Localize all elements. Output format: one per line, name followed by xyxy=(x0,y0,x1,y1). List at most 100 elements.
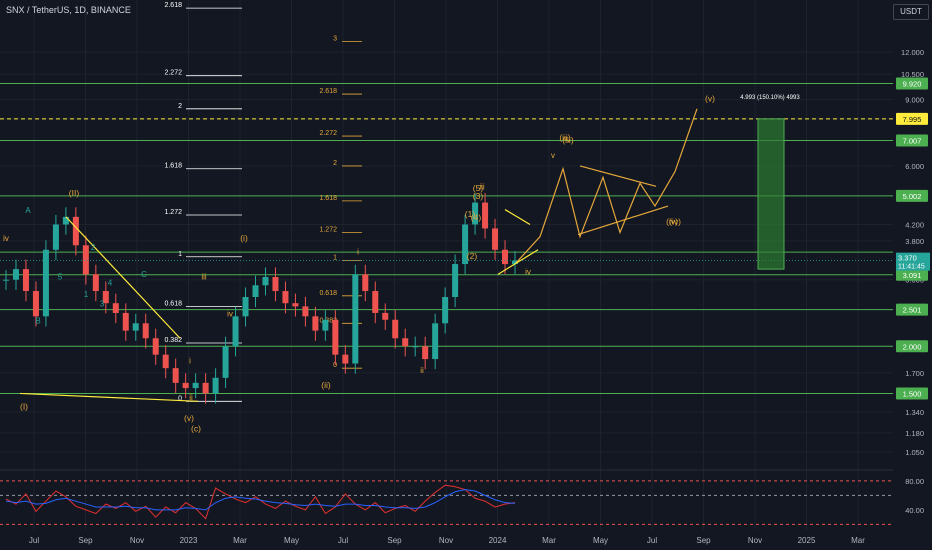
y-tick-label: 9.000 xyxy=(905,95,924,104)
wave-label: i xyxy=(357,247,359,256)
wave-label: (i) xyxy=(240,233,248,243)
wave-label: (iii) xyxy=(562,135,573,145)
fib-label: 1.618 xyxy=(319,195,337,202)
candle xyxy=(3,279,9,281)
candle xyxy=(292,303,299,307)
target-box xyxy=(757,118,785,270)
fib-label: 2 xyxy=(178,103,182,110)
candle xyxy=(372,291,379,313)
candle xyxy=(212,377,219,394)
x-tick-label: May xyxy=(593,536,608,545)
price-badge-label: 1.500 xyxy=(903,389,922,398)
countdown: 11:41:45 xyxy=(898,264,925,271)
candle xyxy=(452,264,459,298)
wave-label: A xyxy=(25,206,31,215)
x-tick-label: Jul xyxy=(29,536,39,545)
price-badge-label: 2.000 xyxy=(903,342,922,351)
rsi-tick-label: 80.00 xyxy=(905,477,924,486)
candle xyxy=(112,303,119,313)
fib-label: 0.618 xyxy=(319,290,337,297)
fib-label: 3 xyxy=(333,36,337,43)
x-tick-label: Mar xyxy=(851,536,865,545)
x-tick-label: 2023 xyxy=(180,536,198,545)
wave-label: 2 xyxy=(91,243,96,252)
candle xyxy=(222,346,229,378)
candle xyxy=(52,224,59,250)
wave-label: (v) xyxy=(705,93,715,103)
wave-label: iv xyxy=(3,234,9,243)
fib-label: 2.618 xyxy=(164,2,182,9)
wave-label: 1 xyxy=(84,290,89,299)
fib-label: 2.272 xyxy=(319,130,337,137)
candle xyxy=(62,216,69,225)
x-tick-label: Sep xyxy=(387,536,402,545)
candle xyxy=(22,269,29,292)
fib-label: 2 xyxy=(333,160,337,167)
wave-label: (2) xyxy=(467,251,478,261)
wave-label: ii xyxy=(420,366,424,375)
candle xyxy=(392,319,399,339)
y-tick-label: 12.000 xyxy=(901,48,924,57)
candle xyxy=(72,216,79,246)
candle xyxy=(182,382,189,389)
wave-label: ii xyxy=(189,393,193,402)
candle xyxy=(422,346,429,360)
y-tick-label: 1.700 xyxy=(905,369,924,378)
price-badge-label: 2.501 xyxy=(903,306,922,315)
fib-label: 1.272 xyxy=(164,209,182,216)
wave-label: (I) xyxy=(20,402,28,412)
candle xyxy=(332,319,339,355)
x-tick-label: May xyxy=(284,536,299,545)
currency-badge[interactable]: USDT xyxy=(893,4,929,20)
candle xyxy=(242,297,249,317)
x-tick-label: Jul xyxy=(647,536,657,545)
wave-label: (II) xyxy=(69,188,80,198)
candle xyxy=(32,291,39,317)
target-label: 4.993 (150.10%) 4993 xyxy=(740,95,800,101)
wave-label: v xyxy=(551,151,555,160)
wave-label: i xyxy=(189,357,191,366)
y-tick-label: 3.800 xyxy=(905,237,924,246)
candle xyxy=(262,276,269,286)
wave-label: 3 xyxy=(100,299,105,308)
wave-label: (ii) xyxy=(321,380,331,390)
candle xyxy=(162,354,169,369)
x-tick-label: Nov xyxy=(748,536,762,545)
candle xyxy=(152,338,159,355)
wave-label: C xyxy=(141,270,147,279)
candle xyxy=(132,323,139,331)
fib-label: 1.272 xyxy=(319,227,337,234)
y-tick-label: 4.200 xyxy=(905,220,924,229)
x-tick-label: 2024 xyxy=(489,536,507,545)
wave-label: 5 xyxy=(58,273,63,282)
x-tick-label: Nov xyxy=(130,536,144,545)
candle xyxy=(122,312,129,331)
candle xyxy=(92,274,99,292)
candle xyxy=(322,319,329,331)
candle xyxy=(342,354,349,364)
price-badge-label: 7.995 xyxy=(903,115,922,124)
candle xyxy=(192,382,199,389)
candle xyxy=(252,285,259,298)
fib-label: 0.618 xyxy=(164,300,182,307)
symbol-header: SNX / TetherUS, 1D, BINANCE xyxy=(6,5,131,15)
wave-label: iii xyxy=(201,273,207,282)
candle xyxy=(362,274,369,292)
wave-label: iv xyxy=(227,309,233,318)
fib-label: 2.272 xyxy=(164,70,182,77)
x-tick-label: Mar xyxy=(542,536,556,545)
wave-label: iv xyxy=(525,267,531,276)
x-tick-label: 2025 xyxy=(798,536,816,545)
candlestick-chart: Jul Sep Nov 2023 Mar May Jul Sep Nov 2024 Mar May Ju… xyxy=(0,0,932,550)
candle xyxy=(282,291,289,304)
candle xyxy=(172,368,179,383)
wave-label: (c) xyxy=(191,423,201,433)
candle xyxy=(12,269,19,280)
candle xyxy=(272,276,279,292)
candle xyxy=(402,338,409,347)
fib-label: 1.618 xyxy=(164,163,182,170)
wave-label: 4 xyxy=(108,278,113,287)
fib-label: 1 xyxy=(178,251,182,258)
candle xyxy=(442,297,449,324)
price-badge-label: 7.007 xyxy=(903,136,922,145)
